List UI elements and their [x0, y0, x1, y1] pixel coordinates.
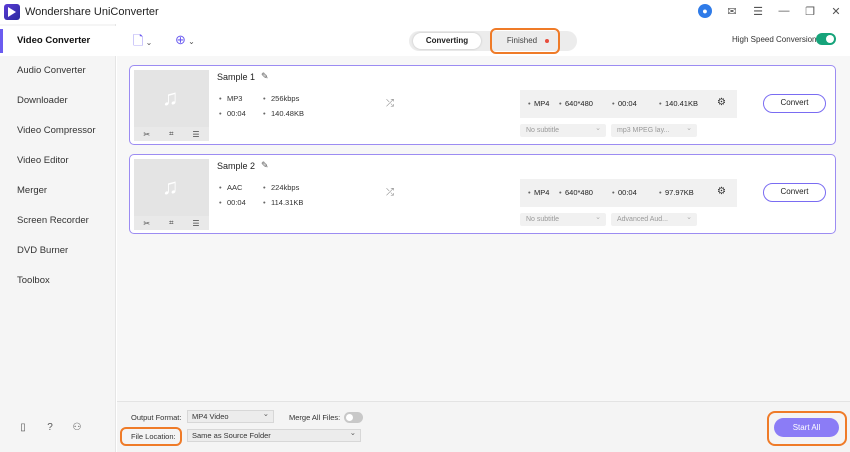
sidebar-item-merger[interactable]: Merger [0, 176, 116, 206]
sidebar-item-audio-converter[interactable]: Audio Converter [0, 56, 116, 86]
app-logo-icon [4, 4, 20, 20]
gear-icon[interactable]: ⚙ [717, 186, 726, 197]
sidebar-item-toolbox[interactable]: Toolbox [0, 266, 116, 296]
close-icon[interactable]: ✕ [830, 5, 842, 18]
output-settings: MP4 640*480 00:04 97.97KB ⚙ [520, 179, 737, 207]
source-format: MP3 [219, 94, 243, 103]
thumb-toolbar: ✂ ⌗ ☰ [134, 216, 209, 230]
high-speed-toggle[interactable] [816, 33, 836, 45]
subtitle-dropdown[interactable]: No subtitle [520, 211, 606, 226]
sidebar-footer: ▯ ? ⚇ [17, 422, 83, 434]
convert-arrow-icon: ⤮ [386, 98, 394, 109]
output-resolution: 640*480 [559, 188, 593, 197]
convert-arrow-icon: ⤮ [386, 187, 394, 198]
subtitle-dropdown[interactable]: No subtitle [520, 122, 606, 137]
help-icon[interactable]: ? [44, 422, 56, 434]
file-card: ♫ ✂ ⌗ ☰ Sample 1 ✎ MP3 256kbps 00:04 140… [129, 65, 836, 145]
file-list: ♫ ✂ ⌗ ☰ Sample 1 ✎ MP3 256kbps 00:04 140… [117, 56, 850, 401]
source-format: AAC [219, 183, 243, 192]
toolbar: 🗋 ⌄ ⊕ ⌄ Converting Finished High Speed C… [117, 24, 850, 56]
minimize-icon[interactable]: — [778, 5, 790, 17]
merge-toggle[interactable] [344, 412, 363, 423]
sidebar-item-video-converter[interactable]: Video Converter [0, 26, 116, 56]
music-note-icon: ♫ [162, 85, 179, 110]
merge-label: Merge All Files: [289, 413, 341, 422]
effects-icon[interactable]: ☰ [192, 130, 199, 139]
convert-button[interactable]: Convert [763, 94, 826, 113]
source-duration: 00:04 [219, 198, 246, 207]
effects-icon[interactable]: ☰ [192, 219, 199, 228]
finished-tab-highlight [490, 28, 560, 54]
output-duration: 00:04 [612, 99, 637, 108]
output-format-select[interactable]: MP4 Video [187, 408, 274, 423]
output-format: MP4 [528, 188, 550, 197]
audio-track-dropdown[interactable]: mp3 MPEG lay... [611, 122, 697, 137]
sidebar-item-screen-recorder[interactable]: Screen Recorder [0, 206, 116, 236]
tab-converting[interactable]: Converting [413, 33, 481, 49]
edit-name-icon[interactable]: ✎ [261, 160, 269, 171]
sidebar-item-video-editor[interactable]: Video Editor [0, 146, 116, 176]
source-size: 114.31KB [263, 198, 303, 207]
app-window: Wondershare UniConverter ● ✉ ☰ — ❐ ✕ Vid… [0, 0, 850, 452]
book-icon[interactable]: ▯ [17, 422, 29, 434]
gear-icon[interactable]: ⚙ [717, 97, 726, 108]
output-resolution: 640*480 [559, 99, 593, 108]
thumbnail: ♫ [134, 159, 209, 216]
crop-icon[interactable]: ⌗ [169, 129, 174, 139]
trim-icon[interactable]: ✂ [143, 219, 150, 228]
output-size: 140.41KB [659, 99, 698, 108]
output-settings: MP4 640*480 00:04 140.41KB ⚙ [520, 90, 737, 118]
file-name: Sample 2 [217, 161, 256, 171]
output-size: 97.97KB [659, 188, 694, 197]
restore-icon[interactable]: ❐ [804, 5, 816, 18]
menu-icon[interactable]: ☰ [752, 5, 764, 18]
bottom-bar: Output Format: MP4 Video Merge All Files… [117, 401, 850, 452]
output-duration: 00:04 [612, 188, 637, 197]
file-name: Sample 1 [217, 72, 256, 82]
add-file-button[interactable]: 🗋 ⌄ [133, 32, 152, 54]
output-format-label: Output Format: [131, 413, 182, 422]
convert-button[interactable]: Convert [763, 183, 826, 202]
community-icon[interactable]: ⚇ [71, 422, 83, 434]
music-note-icon: ♫ [162, 174, 179, 199]
source-bitrate: 224kbps [263, 183, 299, 192]
high-speed-label: High Speed Conversion [732, 35, 817, 44]
sidebar: Video Converter Audio Converter Download… [0, 24, 116, 452]
file-location-select[interactable]: Same as Source Folder [187, 427, 361, 442]
sidebar-item-downloader[interactable]: Downloader [0, 86, 116, 116]
title-bar: Wondershare UniConverter ● ✉ ☰ — ❐ ✕ [0, 0, 850, 24]
source-duration: 00:04 [219, 109, 246, 118]
sidebar-item-video-compressor[interactable]: Video Compressor [0, 116, 116, 146]
start-all-button[interactable]: Start All [774, 418, 839, 437]
sidebar-item-dvd-burner[interactable]: DVD Burner [0, 236, 116, 266]
window-controls: ● ✉ ☰ — ❐ ✕ [698, 4, 842, 18]
trim-icon[interactable]: ✂ [143, 130, 150, 139]
audio-track-dropdown[interactable]: Advanced Aud... [611, 211, 697, 226]
source-bitrate: 256kbps [263, 94, 299, 103]
edit-name-icon[interactable]: ✎ [261, 71, 269, 82]
mail-icon[interactable]: ✉ [726, 5, 738, 18]
file-location-highlight [120, 427, 182, 446]
user-icon[interactable]: ● [698, 4, 712, 18]
file-card: ♫ ✂ ⌗ ☰ Sample 2 ✎ AAC 224kbps 00:04 114… [129, 154, 836, 234]
thumbnail: ♫ [134, 70, 209, 127]
source-size: 140.48KB [263, 109, 304, 118]
app-title: Wondershare UniConverter [25, 6, 159, 18]
crop-icon[interactable]: ⌗ [169, 218, 174, 228]
thumb-toolbar: ✂ ⌗ ☰ [134, 127, 209, 141]
add-media-button[interactable]: ⊕ ⌄ [175, 32, 195, 48]
output-format: MP4 [528, 99, 550, 108]
